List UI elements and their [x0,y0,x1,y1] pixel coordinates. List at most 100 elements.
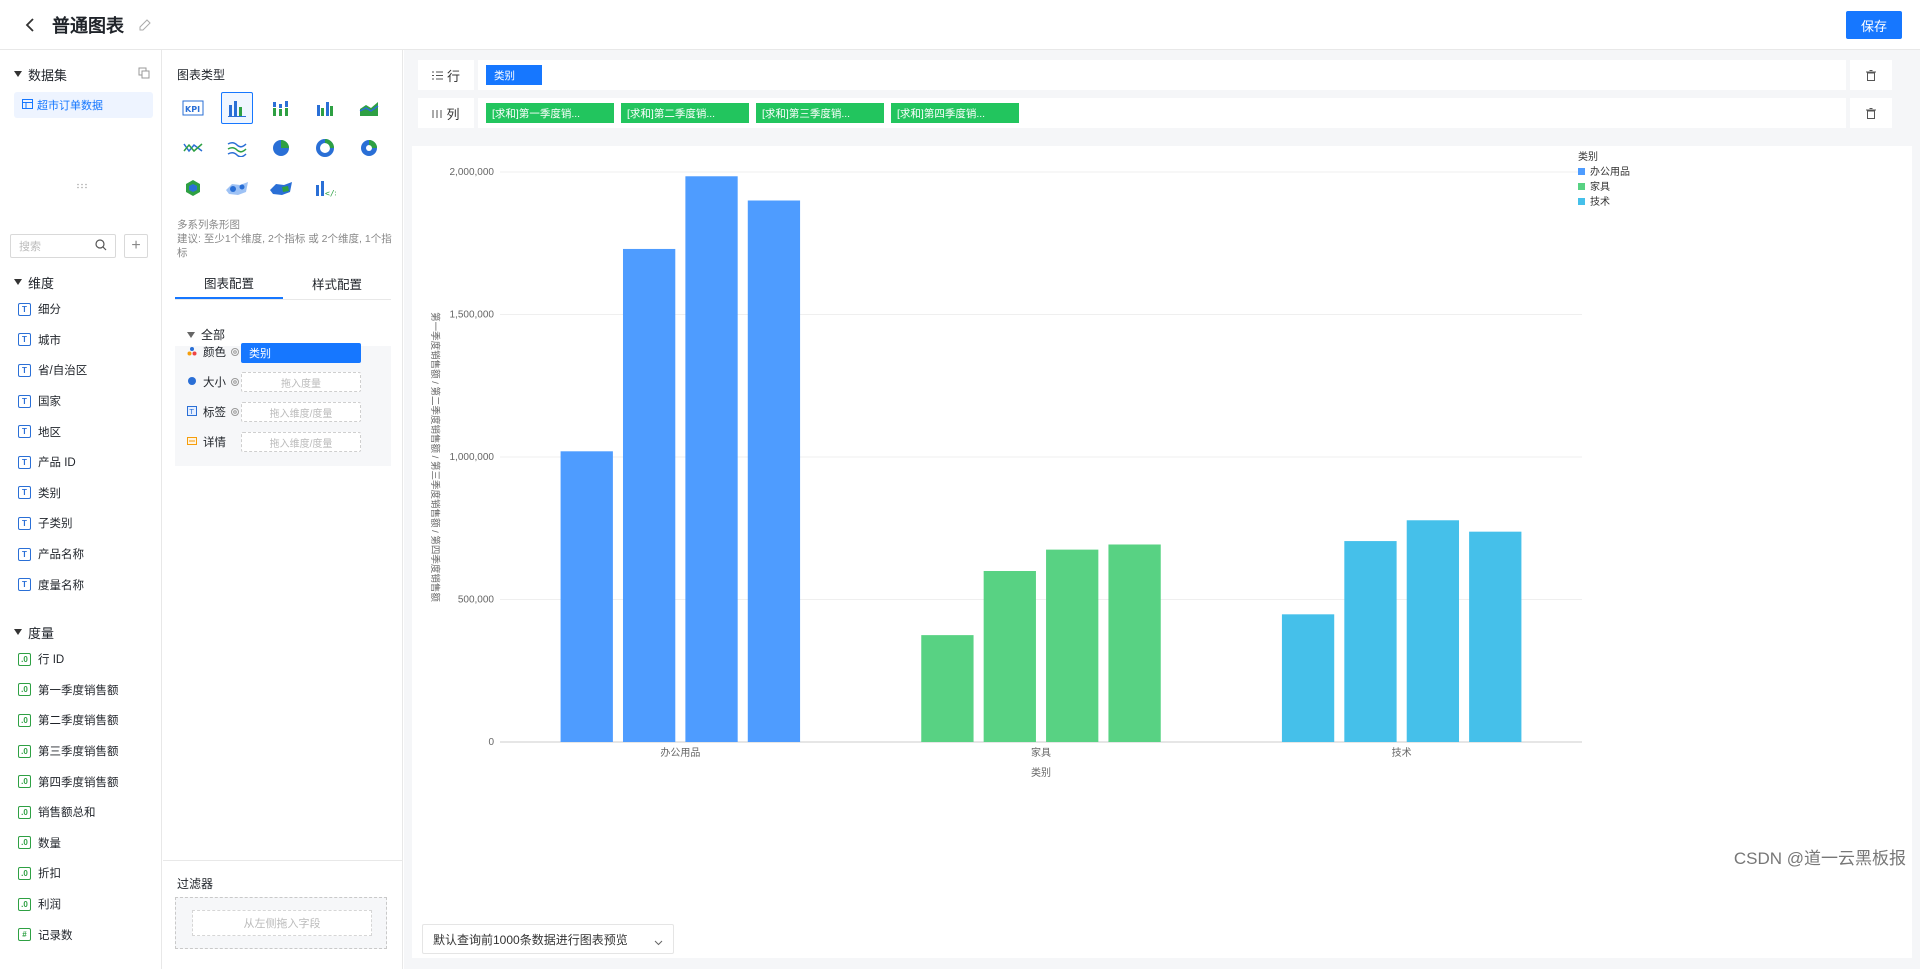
preview-limit-select[interactable]: 默认查询前1000条数据进行图表预览 [422,924,674,954]
column-shelf-delete-icon[interactable] [1850,98,1892,128]
settings-gear-icon[interactable] [230,377,240,387]
legend-title: 类别 [1578,150,1598,163]
field-label: 类别 [38,487,61,500]
dimension-field-item[interactable]: T 城市 [0,325,162,356]
y-axis-title: 第一季度销售额 / 第二季度销售额 / 第三季度销售额 / 第四季度销售额 [429,312,441,602]
field-label: 折扣 [38,868,61,881]
measure-field-item[interactable]: .0 第四季度销售额 [0,766,162,797]
measure-field-item[interactable]: .0 第二季度销售额 [0,705,162,736]
multi-series-bar-chart-icon[interactable] [221,92,253,124]
kpi-chart-icon[interactable]: KPI [177,92,209,124]
field-search-input[interactable]: 搜索 [10,234,116,258]
field-label: 度量名称 [38,579,84,592]
bar [622,248,676,742]
encoding-box: 颜色 类别 大小 拖入度量 T 标签 拖入维度/度量 详情 拖入维度/度量 [175,343,391,466]
settings-gear-icon[interactable] [230,407,240,417]
measure-type-icon: .0 [18,836,31,850]
measure-list: .0 行 ID .0 第一季度销售额 .0 第二季度销售额 .0 第三季度销售额 .0 第四季度销… [0,644,162,950]
edit-title-icon[interactable] [138,18,152,32]
measure-field-item[interactable]: .0 数量 [0,828,162,859]
back-arrow-icon[interactable] [24,17,38,32]
column-shelf-label: 列 [418,98,474,128]
chart-workspace: 行 类别 列 [求和]第一季度销... [求和]第二季度销... [求和]第三季… [404,50,1920,969]
row-shelf-drop[interactable]: 类别 [478,60,1846,90]
dataset-section-header[interactable]: 数据集 [0,62,161,86]
filter-placeholder: 从左侧拖入字段 [192,910,372,936]
dimension-field-item[interactable]: T 度量名称 [0,569,162,600]
field-label: 第三季度销售额 [38,746,119,759]
column-pill[interactable]: [求和]第三季度销... [756,103,884,123]
color-field-pill[interactable]: 类别 [241,343,361,363]
stacked-bar-chart-icon[interactable] [265,92,297,124]
dimension-field-item[interactable]: T 类别 [0,478,162,509]
bubble-map-icon[interactable] [221,172,253,204]
column-shelf-drop[interactable]: [求和]第一季度销... [求和]第二季度销... [求和]第三季度销... [… [478,98,1846,128]
grouped-bar-chart-icon[interactable] [309,92,341,124]
dimensions-title: 维度 [28,275,55,291]
label-label: 标签 [203,407,226,419]
legend-label: 家具 [1590,180,1610,193]
watermark: CSDN @道一云黑板报 [1733,849,1906,868]
column-pill[interactable]: [求和]第四季度销... [891,103,1019,123]
column-pill[interactable]: [求和]第二季度销... [621,103,749,123]
size-drop-slot[interactable]: 拖入度量 [241,372,361,392]
filter-drop-zone[interactable]: 从左侧拖入字段 [175,897,387,949]
measure-field-item[interactable]: .0 利润 [0,889,162,920]
y-tick-label: 500,000 [458,595,495,606]
measure-field-item[interactable]: .0 行 ID [0,644,162,675]
dimension-field-item[interactable]: T 产品 ID [0,447,162,478]
text-type-icon: T [18,425,31,439]
dimension-field-item[interactable]: T 省/自治区 [0,355,162,386]
measure-field-item[interactable]: .0 销售额总和 [0,797,162,828]
measure-type-icon: .0 [18,652,31,666]
dataset-item[interactable]: 超市订单数据 [14,92,153,118]
custom-chart-icon[interactable]: </> [309,172,341,204]
x-tick-label: 技术 [1392,746,1412,759]
dimension-field-item[interactable]: T 产品名称 [0,539,162,570]
label-drop-slot[interactable]: 拖入维度/度量 [241,402,361,422]
tab-chart-config[interactable]: 图表配置 [175,268,283,299]
dimension-field-item[interactable]: T 地区 [0,416,162,447]
dimension-field-item[interactable]: T 细分 [0,294,162,325]
rose-chart-icon[interactable] [353,132,385,164]
measures-header[interactable]: 度量 [0,620,162,644]
resize-handle[interactable] [76,178,88,192]
bar [1469,531,1522,742]
donut-chart-icon[interactable] [309,132,341,164]
detail-icon [187,436,197,449]
polygon-map-icon[interactable] [177,172,209,204]
field-label: 第四季度销售额 [38,776,119,789]
column-pill[interactable]: [求和]第一季度销... [486,103,614,123]
data-panel: 数据集 超市订单数据 搜索 + 维度 T 细分 T 城市 T 省/自治区 T 国家 T 地区 T 产品… [0,50,162,969]
dimension-field-item[interactable]: T 国家 [0,386,162,417]
row-pill[interactable]: 类别 [486,65,542,85]
detail-drop-slot[interactable]: 拖入维度/度量 [241,432,361,452]
field-label: 第一季度销售额 [38,684,119,697]
dimensions-header[interactable]: 维度 [0,270,162,294]
measure-field-item[interactable]: .0 第三季度销售额 [0,736,162,767]
color-encoding-row: 颜色 [187,340,240,364]
measure-field-item[interactable]: .0 第一季度销售额 [0,675,162,706]
dimension-field-item[interactable]: T 子类别 [0,508,162,539]
field-label: 第二季度销售额 [38,715,119,728]
multi-line-chart-icon[interactable] [177,132,209,164]
area-chart-icon[interactable] [353,92,385,124]
legend-swatch [1578,183,1585,190]
stacked-line-chart-icon[interactable] [221,132,253,164]
measure-field-item[interactable]: # 记录数 [0,919,162,950]
save-button[interactable]: 保存 [1846,11,1902,39]
switch-dataset-icon[interactable] [138,67,150,82]
region-map-icon[interactable] [265,172,297,204]
column-shelf-text: 列 [446,106,460,122]
collapse-caret-icon [14,279,22,285]
selected-type-hint: 建议: 至少1个维度, 2个指标 或 2个维度, 1个指标 [177,233,392,259]
add-field-button[interactable]: + [124,234,148,258]
pie-chart-icon[interactable] [265,132,297,164]
row-shelf-delete-icon[interactable] [1850,60,1892,90]
measure-type-icon: # [18,928,31,942]
field-label: 记录数 [38,929,73,942]
measure-field-item[interactable]: .0 折扣 [0,858,162,889]
collapse-caret-icon [14,629,22,635]
settings-gear-icon[interactable] [230,347,240,357]
tab-style-config[interactable]: 样式配置 [283,268,391,299]
